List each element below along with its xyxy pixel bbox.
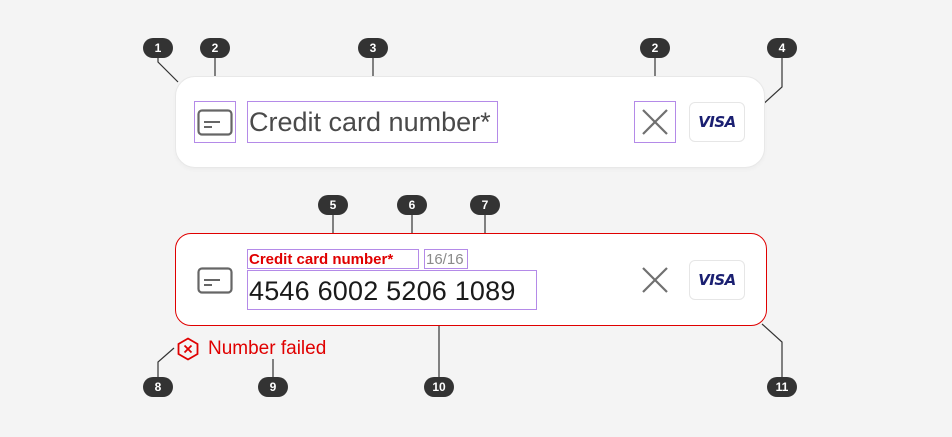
credit-card-icon <box>197 109 233 136</box>
error-icon <box>177 337 199 361</box>
callout-marker: 7 <box>470 195 500 215</box>
callout-marker: 5 <box>318 195 348 215</box>
close-icon[interactable] <box>640 265 670 295</box>
callout-marker: 10 <box>424 377 454 397</box>
error-message: Number failed <box>208 338 327 359</box>
credit-card-icon <box>197 267 233 294</box>
character-counter: 16/16 <box>426 251 464 268</box>
callout-marker: 8 <box>143 377 173 397</box>
visa-logo-text: VISA <box>698 113 736 131</box>
callout-marker: 4 <box>767 38 797 58</box>
callout-marker: 6 <box>397 195 427 215</box>
visa-logo: VISA <box>689 102 745 142</box>
callout-marker: 1 <box>143 38 173 58</box>
visa-logo-text: VISA <box>698 271 736 289</box>
card-number-value[interactable]: 4546 6002 5206 1089 <box>249 278 516 305</box>
callout-marker: 11 <box>767 377 797 397</box>
visa-logo: VISA <box>689 260 745 300</box>
callout-marker: 9 <box>258 377 288 397</box>
callout-marker: 2 <box>200 38 230 58</box>
placeholder-text: Credit card number* <box>249 107 491 137</box>
anatomy-diagram: Credit card number* VISA Credit card num… <box>0 0 952 437</box>
field-label: Credit card number* <box>249 251 394 268</box>
callout-marker: 3 <box>358 38 388 58</box>
close-icon[interactable] <box>640 107 670 137</box>
callout-marker: 2 <box>640 38 670 58</box>
leader-lines <box>157 57 783 377</box>
